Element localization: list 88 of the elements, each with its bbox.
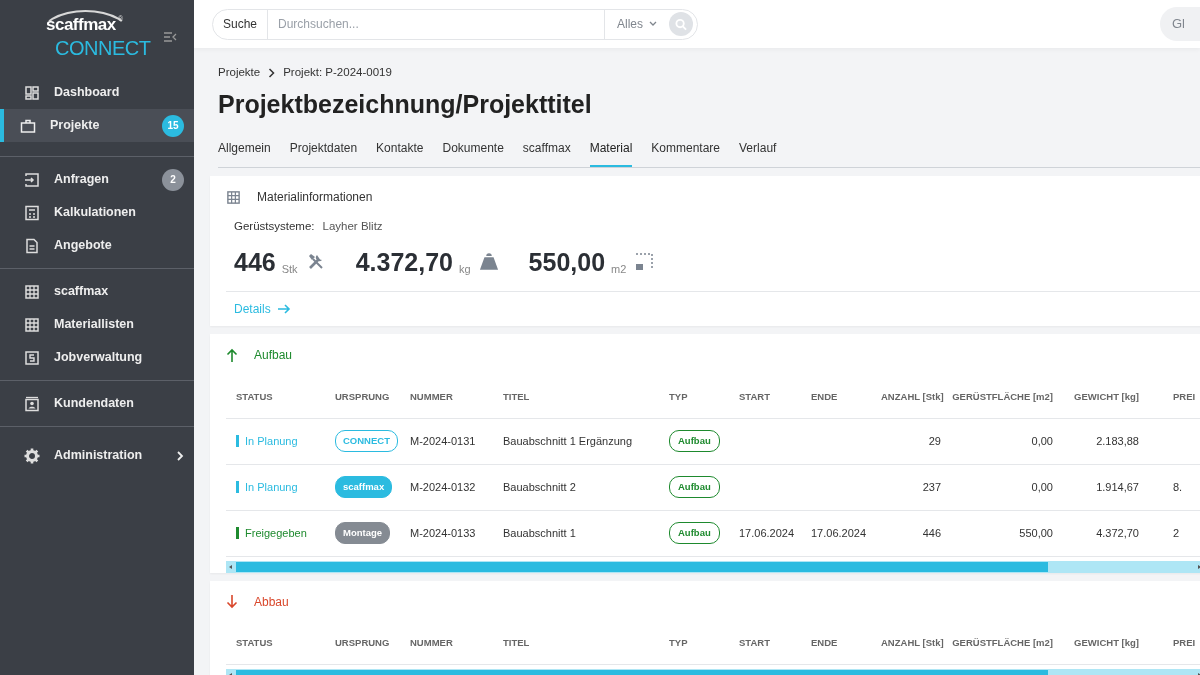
stat-unit: m2 <box>611 261 627 277</box>
table-cell: 2.183,88 <box>1058 418 1144 464</box>
origin-tag: Montage <box>335 521 391 545</box>
section-title: Aufbau <box>254 347 293 364</box>
table-cell: M-2024-0131 <box>405 418 498 464</box>
table-cell: M-2024-0133 <box>405 510 498 556</box>
column-header[interactable]: TITEL <box>498 622 664 665</box>
column-header[interactable]: PREI <box>1144 376 1200 418</box>
tab[interactable]: Verlauf <box>739 135 777 168</box>
type-tag: Aufbau <box>669 475 720 499</box>
column-header[interactable]: NUMMER <box>405 622 498 665</box>
column-header[interactable]: START <box>734 376 806 418</box>
column-header[interactable]: ANZAHL [Stk] <box>876 376 946 418</box>
table-cell: M-2024-0132 <box>405 464 498 510</box>
column-header[interactable]: START <box>734 622 806 665</box>
section-title: Abbau <box>254 593 289 611</box>
origin-tag: CONNECT <box>335 429 398 453</box>
logo-text: CONNECT <box>55 38 151 58</box>
sidebar-item[interactable]: scaffmax <box>0 275 194 308</box>
type-tag: Aufbau <box>669 429 720 453</box>
tab[interactable]: Projektdaten <box>289 135 358 168</box>
tab[interactable]: scaffmax <box>522 135 571 168</box>
sidebar-item[interactable]: Administration <box>0 439 194 472</box>
status-label: In Planung <box>236 480 298 493</box>
stat-value: 446 <box>234 246 276 278</box>
origin-tag: scaffmax <box>335 475 393 499</box>
scope-dropdown[interactable]: Alles <box>604 9 669 39</box>
sidebar-item[interactable]: Kalkulationen <box>0 196 194 229</box>
column-header[interactable]: ANZAHL [Stk] <box>876 622 946 665</box>
column-header[interactable]: GERÜSTFLÄCHE [m2] <box>946 376 1058 418</box>
tab[interactable]: Kontakte <box>376 135 424 168</box>
tab[interactable]: Allgemein <box>218 135 271 168</box>
table-cell: 8. <box>1144 464 1200 510</box>
table-cell: 29 <box>876 418 946 464</box>
status-label: Freigegeben <box>236 526 307 539</box>
tab[interactable]: Material <box>589 135 633 168</box>
logo-text: scaffmax <box>46 16 116 33</box>
sidebar-item[interactable]: Kundendaten <box>0 387 194 420</box>
column-header[interactable]: TITEL <box>498 376 664 418</box>
tab[interactable]: Kommentare <box>651 135 721 168</box>
table-cell: 17.06.2024 <box>734 510 806 556</box>
field-label: Gerüstsysteme: <box>234 219 315 235</box>
count-badge: 15 <box>162 114 184 137</box>
count-badge: 2 <box>162 168 184 191</box>
status-label: In Planung <box>236 434 298 447</box>
table-cell: Bauabschnitt 1 <box>498 510 664 556</box>
column-header[interactable]: NUMMER <box>405 376 498 418</box>
column-header[interactable]: URSPRUNG <box>330 376 405 418</box>
column-header[interactable]: TYP <box>664 622 734 665</box>
sidebar-item[interactable]: Materiallisten <box>0 308 194 341</box>
table-cell: Bauabschnitt 2 <box>498 464 664 510</box>
table-cell: 17.06.2024 <box>806 510 876 556</box>
tab[interactable]: Dokumente <box>442 135 504 168</box>
column-header[interactable]: PREI <box>1144 622 1200 665</box>
column-header[interactable]: ENDE <box>806 622 876 665</box>
card-title: Materialinformationen <box>257 189 373 207</box>
column-header[interactable]: URSPRUNG <box>330 622 405 665</box>
breadcrumb-item: Projekt: P-2024-0019 <box>283 65 392 80</box>
column-header[interactable]: GERÜSTFLÄCHE [m2] <box>946 622 1058 665</box>
sidebar-item[interactable]: Angebote <box>0 229 194 262</box>
table-cell: 237 <box>876 464 946 510</box>
column-header[interactable]: GEWICHT [kg] <box>1058 622 1144 665</box>
table-cell: 2 <box>1144 510 1200 556</box>
stat-value: 550,00 <box>528 246 606 278</box>
table-cell: Bauabschnitt 1 Ergänzung <box>498 418 664 464</box>
table-cell: 1.914,67 <box>1058 464 1144 510</box>
sidebar-item[interactable]: Projekte 15 <box>0 109 194 142</box>
table-cell: 0,00 <box>946 464 1058 510</box>
sidebar-item[interactable]: Jobverwaltung <box>0 341 194 374</box>
breadcrumb-item[interactable]: Projekte <box>218 64 261 82</box>
stat-value: 4.372,70 <box>355 246 453 278</box>
column-header[interactable]: GEWICHT [kg] <box>1058 376 1144 418</box>
column-header[interactable]: STATUS <box>226 376 330 418</box>
sidebar-item[interactable]: Dashboard <box>0 76 194 109</box>
user-avatar[interactable]: Gl <box>1160 7 1200 41</box>
type-tag: Aufbau <box>669 521 720 545</box>
table-cell: 550,00 <box>946 510 1058 556</box>
column-header[interactable]: STATUS <box>226 622 330 665</box>
field-value: Layher Blitz <box>322 219 383 235</box>
table-cell: 4.372,70 <box>1058 510 1144 556</box>
column-header[interactable]: ENDE <box>806 376 876 418</box>
stat-unit: kg <box>458 261 471 277</box>
sidebar-item[interactable]: Anfragen 2 <box>0 163 194 196</box>
table-cell: 0,00 <box>946 418 1058 464</box>
stat-unit: Stk <box>281 261 298 277</box>
table-cell: 446 <box>876 510 946 556</box>
page-title: Projektbezeichnung/Projekttitel <box>218 89 593 120</box>
column-header[interactable]: TYP <box>664 376 734 418</box>
